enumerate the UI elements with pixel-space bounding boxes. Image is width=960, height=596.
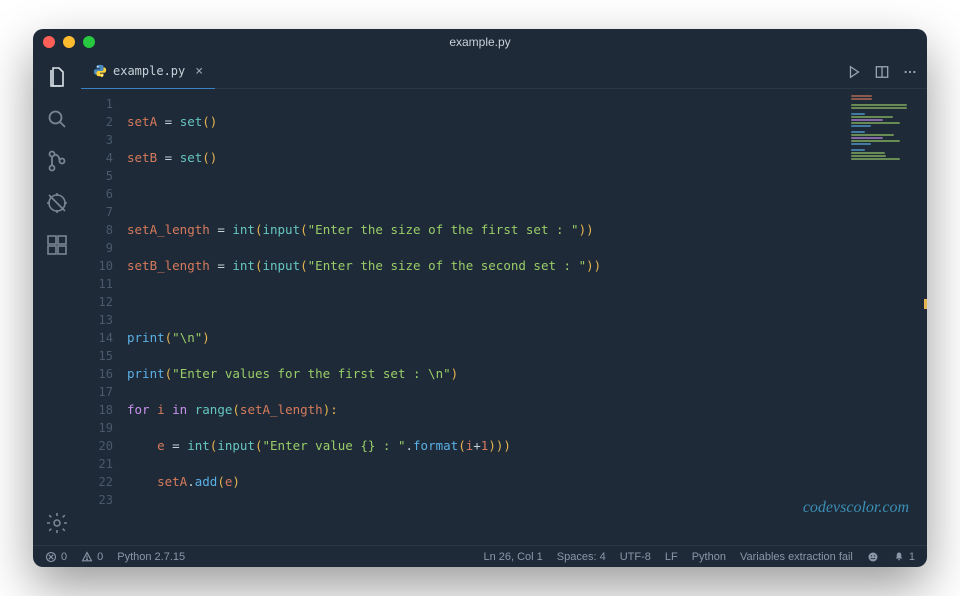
line-number: 1 (81, 95, 127, 113)
line-number: 23 (81, 491, 127, 509)
debug-icon[interactable] (45, 191, 69, 215)
search-icon[interactable] (45, 107, 69, 131)
line-number: 7 (81, 203, 127, 221)
activity-bar (33, 55, 81, 545)
split-editor-icon[interactable] (875, 65, 889, 79)
line-number: 15 (81, 347, 127, 365)
status-bar: 0 0 Python 2.7.15 Ln 26, Col 1 Spaces: 4… (33, 545, 927, 567)
more-actions-icon[interactable] (903, 65, 917, 79)
titlebar: example.py (33, 29, 927, 55)
status-feedback-icon[interactable] (867, 551, 879, 563)
line-number: 22 (81, 473, 127, 491)
close-window-button[interactable] (43, 36, 55, 48)
tab-label: example.py (113, 64, 185, 78)
status-notifications[interactable]: 1 (893, 551, 915, 563)
status-cursor[interactable]: Ln 26, Col 1 (483, 551, 542, 563)
line-number: 14 (81, 329, 127, 347)
status-warnings[interactable]: 0 (81, 551, 103, 563)
extensions-icon[interactable] (45, 233, 69, 257)
body: example.py × 123456789101112131415161718… (33, 55, 927, 545)
main-area: example.py × 123456789101112131415161718… (81, 55, 927, 545)
source-control-icon[interactable] (45, 149, 69, 173)
maximize-window-button[interactable] (83, 36, 95, 48)
line-number: 17 (81, 383, 127, 401)
window-title: example.py (449, 35, 510, 49)
line-number: 21 (81, 455, 127, 473)
line-number: 4 (81, 149, 127, 167)
minimize-window-button[interactable] (63, 36, 75, 48)
line-number: 11 (81, 275, 127, 293)
explorer-icon[interactable] (45, 65, 69, 89)
watermark: codevscolor.com (803, 499, 909, 517)
status-language[interactable]: Python (692, 551, 726, 563)
line-number: 5 (81, 167, 127, 185)
tab-bar: example.py × (81, 55, 927, 89)
status-indent[interactable]: Spaces: 4 (557, 551, 606, 563)
line-number: 12 (81, 293, 127, 311)
python-file-icon (93, 64, 107, 78)
settings-gear-icon[interactable] (45, 511, 69, 535)
line-number: 2 (81, 113, 127, 131)
status-eol[interactable]: LF (665, 551, 678, 563)
code-area[interactable]: setA = set() setB = set() setA_length = … (127, 89, 927, 545)
line-number: 9 (81, 239, 127, 257)
tab-example-py[interactable]: example.py × (81, 55, 215, 89)
status-extra[interactable]: Variables extraction fail (740, 551, 853, 563)
line-number: 10 (81, 257, 127, 275)
line-number: 6 (81, 185, 127, 203)
line-number: 13 (81, 311, 127, 329)
line-number: 8 (81, 221, 127, 239)
scroll-marker (924, 299, 927, 309)
status-python-version[interactable]: Python 2.7.15 (117, 551, 185, 563)
status-errors[interactable]: 0 (45, 551, 67, 563)
editor-window: example.py (33, 29, 927, 567)
line-number: 19 (81, 419, 127, 437)
line-number: 20 (81, 437, 127, 455)
line-number: 3 (81, 131, 127, 149)
status-encoding[interactable]: UTF-8 (620, 551, 651, 563)
editor[interactable]: 1234567891011121314151617181920212223 se… (81, 89, 927, 545)
line-number: 16 (81, 365, 127, 383)
close-tab-icon[interactable]: × (195, 64, 203, 79)
line-number: 18 (81, 401, 127, 419)
run-icon[interactable] (847, 65, 861, 79)
traffic-lights (43, 36, 95, 48)
editor-actions (847, 65, 917, 79)
line-number-gutter: 1234567891011121314151617181920212223 (81, 89, 127, 545)
